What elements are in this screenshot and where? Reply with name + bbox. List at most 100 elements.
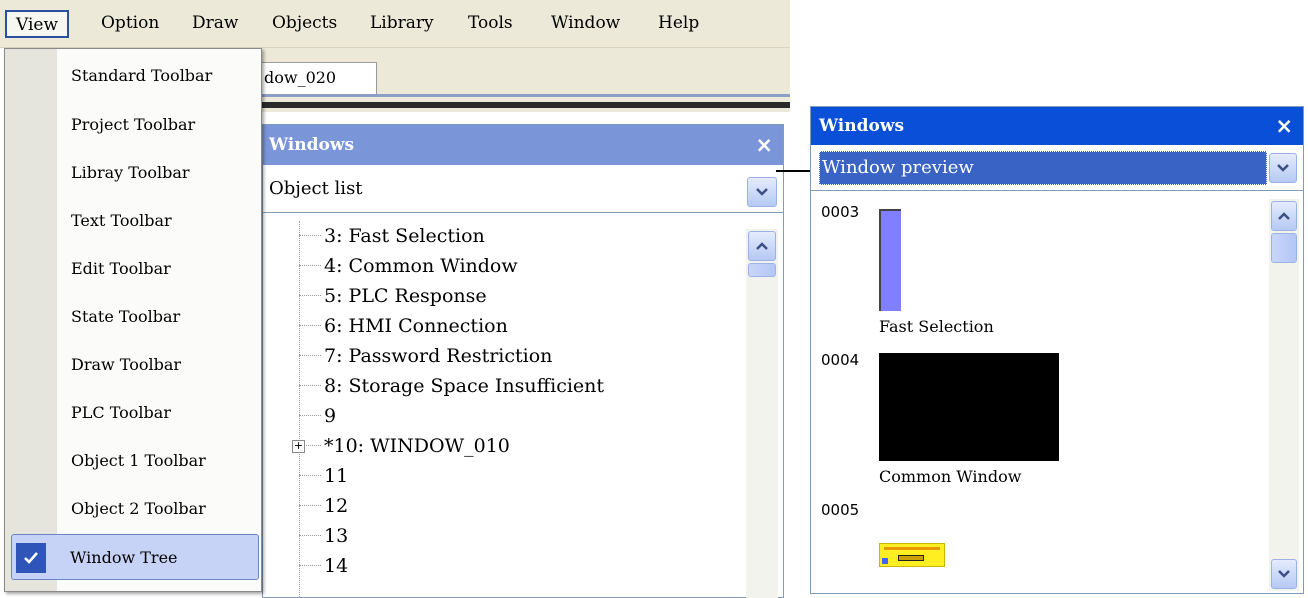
chevron-up-icon xyxy=(756,242,768,250)
tree-connector xyxy=(299,235,321,236)
tree-item[interactable]: 4: Common Window xyxy=(269,251,739,281)
tree-item[interactable]: 7: Password Restriction xyxy=(269,341,739,371)
tree-item[interactable]: 9 xyxy=(269,401,739,431)
tree-item[interactable]: 3: Fast Selection xyxy=(269,221,739,251)
preview-number: 0004 xyxy=(821,351,860,369)
menu-item-object2-toolbar[interactable]: Object 2 Toolbar xyxy=(5,486,261,532)
close-icon[interactable]: × xyxy=(755,125,773,165)
window-tree: 3: Fast Selection 4: Common Window 5: PL… xyxy=(269,221,739,597)
menu-view[interactable]: View xyxy=(5,10,70,38)
thumbnail-header xyxy=(884,547,940,550)
preview-thumbnail[interactable] xyxy=(879,209,901,311)
tree-item[interactable]: + *10: WINDOW_010 xyxy=(269,431,739,461)
dropdown-button[interactable] xyxy=(1269,153,1297,183)
tree-item-label: 14 xyxy=(324,555,349,577)
panel-title-bar: Windows × xyxy=(263,125,783,165)
menu-item-edit-toolbar[interactable]: Edit Toolbar xyxy=(5,246,261,292)
view-menu-dropdown: Standard Toolbar Project Toolbar Libray … xyxy=(4,48,262,592)
tree-item-label: 9 xyxy=(324,405,337,427)
preview-number: 0005 xyxy=(821,501,860,519)
tree-connector xyxy=(299,325,321,326)
menu-item-standard-toolbar[interactable]: Standard Toolbar xyxy=(5,53,261,99)
menu-item-label: Libray Toolbar xyxy=(71,163,190,182)
menu-item-window-tree[interactable]: Window Tree xyxy=(11,534,259,580)
menu-objects-label: Objects xyxy=(272,13,338,33)
menu-item-label: Draw Toolbar xyxy=(71,355,182,374)
tree-item-label: 13 xyxy=(324,525,349,547)
menu-item-project-toolbar[interactable]: Project Toolbar xyxy=(5,102,261,148)
menu-option[interactable]: Option xyxy=(97,10,163,38)
menu-item-plc-toolbar[interactable]: PLC Toolbar xyxy=(5,390,261,436)
menu-item-state-toolbar[interactable]: State Toolbar xyxy=(5,294,261,340)
close-icon[interactable]: × xyxy=(1275,107,1293,145)
checkmark-icon xyxy=(16,543,46,573)
menu-item-label: Edit Toolbar xyxy=(71,259,171,278)
tree-item-label: 4: Common Window xyxy=(324,255,518,277)
tree-connector xyxy=(299,505,321,506)
tree-item[interactable]: 12 xyxy=(269,491,739,521)
dropdown-button[interactable] xyxy=(747,177,777,207)
tree-item-label: 6: HMI Connection xyxy=(324,315,508,337)
tree-item-label: 7: Password Restriction xyxy=(324,345,553,367)
menu-item-object1-toolbar[interactable]: Object 1 Toolbar xyxy=(5,438,261,484)
vertical-scrollbar[interactable] xyxy=(746,229,778,598)
tree-item-label: 5: PLC Response xyxy=(324,285,487,307)
tree-item[interactable]: 8: Storage Space Insufficient xyxy=(269,371,739,401)
preview-name: Fast Selection xyxy=(879,317,994,336)
tree-connector xyxy=(299,385,321,386)
menu-item-label: Object 1 Toolbar xyxy=(71,451,206,470)
tree-item-label: 11 xyxy=(324,465,349,487)
tree-item-label: *10: WINDOW_010 xyxy=(324,435,510,457)
tree-item[interactable]: 13 xyxy=(269,521,739,551)
tree-connector xyxy=(299,265,321,266)
chevron-down-icon xyxy=(1277,164,1289,172)
preview-thumbnail[interactable] xyxy=(879,353,1059,461)
expand-icon[interactable]: + xyxy=(292,440,305,453)
menu-item-draw-toolbar[interactable]: Draw Toolbar xyxy=(5,342,261,388)
menu-item-label: Object 2 Toolbar xyxy=(71,499,206,518)
windows-panel-object-list: Windows × Object list 3: Fast Selection … xyxy=(262,124,784,598)
menu-draw[interactable]: Draw xyxy=(188,10,242,38)
preview-thumbnail[interactable] xyxy=(879,543,945,567)
menu-item-label: State Toolbar xyxy=(71,307,181,326)
tree-item-label: 12 xyxy=(324,495,349,517)
scroll-up-button[interactable] xyxy=(1271,201,1297,231)
tree-item[interactable]: 14 xyxy=(269,551,739,581)
scroll-thumb[interactable] xyxy=(748,263,776,277)
menu-help-label: Help xyxy=(658,13,700,33)
tab-divider xyxy=(255,94,790,97)
tree-item[interactable]: 11 xyxy=(269,461,739,491)
menu-window[interactable]: Window xyxy=(547,10,624,38)
scroll-up-button[interactable] xyxy=(748,231,776,261)
menu-option-label: Option xyxy=(101,13,160,33)
menu-library-label: Library xyxy=(370,13,434,33)
tree-item[interactable]: 5: PLC Response xyxy=(269,281,739,311)
menu-help[interactable]: Help xyxy=(654,10,703,38)
window-preview-list: 0003 Fast Selection 0004 Common Window 0… xyxy=(817,199,1263,591)
menu-library[interactable]: Library xyxy=(366,10,438,38)
scroll-down-button[interactable] xyxy=(1271,559,1297,589)
menu-item-label: Window Tree xyxy=(70,548,178,567)
menu-bar: View Option Draw Objects Library Tools W… xyxy=(0,0,790,48)
view-mode-dropdown[interactable]: Window preview xyxy=(811,145,1303,191)
menu-item-library-toolbar[interactable]: Libray Toolbar xyxy=(5,150,261,196)
panel-title: Windows xyxy=(819,116,905,136)
view-mode-dropdown[interactable]: Object list xyxy=(263,165,783,213)
chevron-down-icon xyxy=(1278,570,1290,578)
menu-item-text-toolbar[interactable]: Text Toolbar xyxy=(5,198,261,244)
menu-objects[interactable]: Objects xyxy=(268,10,341,38)
workspace-edge xyxy=(255,102,790,108)
document-tab[interactable]: dow_020 xyxy=(255,62,377,94)
tree-item[interactable]: 6: HMI Connection xyxy=(269,311,739,341)
vertical-scrollbar[interactable] xyxy=(1269,199,1299,591)
chevron-up-icon xyxy=(1278,212,1290,220)
thumbnail-button xyxy=(898,555,924,561)
tree-connector xyxy=(299,415,321,416)
view-mode-value[interactable]: Window preview xyxy=(819,151,1267,185)
tree-item-label: 3: Fast Selection xyxy=(324,225,485,247)
scroll-thumb[interactable] xyxy=(1271,233,1297,263)
menu-view-label: View xyxy=(16,15,59,35)
menu-draw-label: Draw xyxy=(192,13,239,33)
menu-tools[interactable]: Tools xyxy=(464,10,517,38)
menu-item-label: Project Toolbar xyxy=(71,115,196,134)
